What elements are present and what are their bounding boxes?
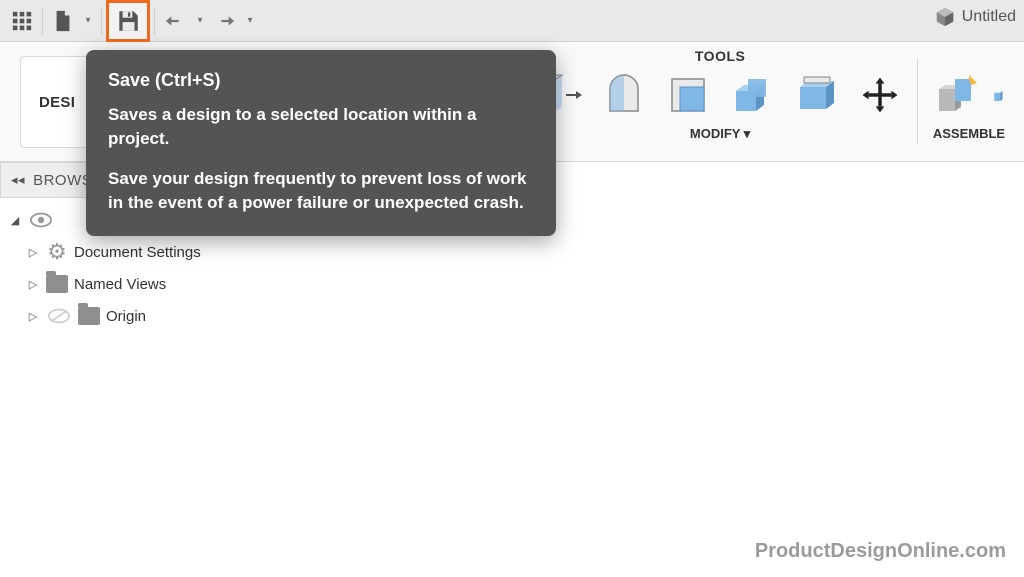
tree-label: Named Views	[74, 276, 166, 293]
tree-row-document-settings[interactable]: ▷ ⚙ Document Settings	[8, 236, 296, 268]
assemble-tool-1[interactable]	[928, 66, 986, 124]
tooltip-line1: Saves a design to a selected location wi…	[108, 103, 534, 151]
expand-icon[interactable]: ▷	[26, 246, 40, 259]
redo-icon[interactable]	[209, 5, 241, 37]
app-grid-icon[interactable]	[6, 5, 38, 37]
tree-label: Document Settings	[74, 244, 201, 261]
expand-icon[interactable]: ▷	[26, 310, 40, 323]
save-tooltip: Save (Ctrl+S) Saves a design to a select…	[86, 50, 556, 236]
browser-title: BROWS	[33, 172, 92, 189]
separator	[154, 7, 155, 35]
undo-dropdown[interactable]: ▾	[191, 5, 209, 37]
gear-icon: ⚙	[46, 239, 68, 265]
document-tab[interactable]: Untitled	[934, 6, 1016, 28]
expand-icon[interactable]: ◢	[8, 214, 22, 227]
tools-group-label: TOOLS	[695, 48, 745, 64]
new-file-icon[interactable]	[47, 5, 79, 37]
separator	[42, 7, 43, 35]
assemble-tool-2[interactable]	[992, 66, 1010, 124]
new-file-dropdown[interactable]: ▾	[79, 5, 97, 37]
move-tool[interactable]	[851, 66, 909, 124]
modify-tool-3[interactable]	[659, 66, 717, 124]
workspace-switcher[interactable]: DESI	[20, 56, 94, 148]
tree-row-named-views[interactable]: ▷ Named Views	[8, 268, 296, 300]
separator	[101, 7, 102, 35]
watermark: ProductDesignOnline.com	[755, 540, 1006, 563]
folder-icon	[46, 275, 68, 293]
tooltip-line2: Save your design frequently to prevent l…	[108, 167, 534, 215]
assemble-group: ASSEMBLE	[928, 42, 1010, 161]
assemble-spacer	[967, 48, 971, 64]
tooltip-title: Save (Ctrl+S)	[108, 68, 534, 93]
cube-icon	[934, 6, 956, 28]
collapse-icon[interactable]: ◂◂	[11, 172, 25, 188]
modify-tool-2[interactable]	[595, 66, 653, 124]
modify-dropdown[interactable]: MODIFY ▾	[690, 126, 750, 142]
undo-icon[interactable]	[159, 5, 191, 37]
tools-group: TOOLS MODIFY ▾	[531, 42, 909, 161]
folder-icon	[78, 307, 100, 325]
save-button[interactable]	[106, 0, 150, 42]
modify-tool-5[interactable]	[787, 66, 845, 124]
redo-dropdown[interactable]: ▾	[241, 5, 259, 37]
modify-tool-4[interactable]	[723, 66, 781, 124]
quick-access-toolbar: ▾ ▾ ▾ Untitled	[0, 0, 1024, 42]
workspace-label: DESI	[39, 94, 75, 111]
ribbon-separator	[917, 58, 918, 145]
tree-row-origin[interactable]: ▷ Origin	[8, 300, 296, 332]
visibility-hidden-icon[interactable]	[46, 305, 72, 327]
tree-label: Origin	[106, 308, 146, 325]
expand-icon[interactable]: ▷	[26, 278, 40, 291]
document-title: Untitled	[962, 8, 1016, 26]
visibility-icon[interactable]	[28, 209, 54, 231]
assemble-label: ASSEMBLE	[933, 126, 1005, 141]
